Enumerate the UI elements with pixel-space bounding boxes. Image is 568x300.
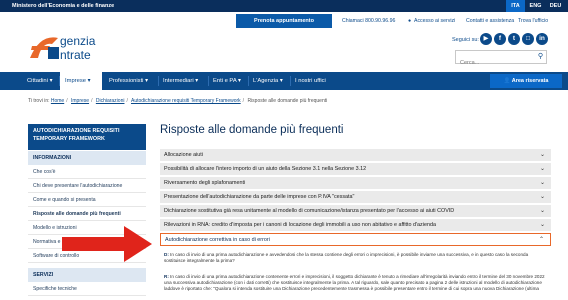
- page-title: Risposte alle domande più frequenti: [160, 124, 344, 136]
- answer-response: R: In caso di invio di una prima autodic…: [164, 274, 545, 292]
- agenzia-entrate-logo[interactable]: genzia ntrate: [28, 32, 138, 62]
- chevron-up-icon: ⌃: [538, 237, 544, 243]
- search-input[interactable]: [456, 57, 532, 69]
- logo-line2: ntrate: [60, 48, 91, 62]
- chevron-down-icon: ⌄: [539, 194, 545, 200]
- faq-allocazione[interactable]: Allocazione aiuti ⌄: [160, 149, 551, 162]
- faq-piva-cessata[interactable]: Presentazione dell'autodichiarazione da …: [160, 191, 551, 204]
- breadcrumb-dichiarazioni[interactable]: Dichiarazioni: [96, 98, 125, 104]
- user-icon: ●: [408, 18, 412, 24]
- top-bar: Ministero dell'Economia e delle finanze …: [0, 0, 568, 12]
- sidebar-item-che-cose[interactable]: Che cos'è: [28, 165, 146, 179]
- sidebar-section-servizi: SERVIZI: [28, 268, 146, 282]
- breadcrumb-autodichiarazione[interactable]: Autodichiarazione requisiti Temporary Fr…: [131, 98, 241, 104]
- nav-agenzia[interactable]: L'Agenzia ▾: [248, 72, 290, 90]
- header: genzia ntrate Prenota appuntamento Chiam…: [0, 12, 568, 72]
- nav-imprese[interactable]: Imprese ▾: [60, 72, 102, 90]
- prenota-appuntamento-button[interactable]: Prenota appuntamento: [236, 14, 332, 28]
- red-arrow-annotation: [62, 226, 152, 262]
- chevron-down-icon: ⌄: [539, 208, 545, 214]
- language-ita[interactable]: ITA: [506, 0, 525, 12]
- breadcrumb: Ti trovi in: Home / Imprese / Dichiarazion…: [28, 98, 328, 104]
- faq-dichiarazione-sostitutiva[interactable]: Dichiarazione sostitutiva già resa unita…: [160, 205, 551, 218]
- ministry-link[interactable]: Ministero dell'Economia e delle finanze: [12, 3, 114, 9]
- breadcrumb-prefix: Ti trovi in:: [28, 98, 50, 104]
- instagram-icon[interactable]: □: [522, 33, 534, 45]
- language-deu[interactable]: DEU: [546, 0, 565, 12]
- nav-professionisti[interactable]: Professionisti ▾: [104, 72, 158, 90]
- search-box: ⚲: [455, 50, 547, 69]
- nav-nostri-uffici[interactable]: I nostri uffici: [290, 72, 340, 90]
- sidebar-item-specifiche[interactable]: Specifiche tecniche: [28, 282, 146, 296]
- chevron-down-icon: ⌄: [539, 166, 545, 172]
- sidebar-item-faq[interactable]: Risposte alle domande più frequenti: [28, 207, 146, 221]
- sidebar-item-come-quando[interactable]: Come e quando si presenta: [28, 193, 146, 207]
- sidebar-section-informazioni: INFORMAZIONI: [28, 151, 146, 165]
- trova-ufficio-link[interactable]: Trova l'ufficio: [518, 18, 548, 24]
- faq-riversamento[interactable]: Riversamento degli splafonamenti ⌄: [160, 177, 551, 190]
- seguici-label: Seguici su:: [452, 37, 479, 43]
- nav-cittadini[interactable]: Cittadini ▾: [22, 72, 58, 90]
- search-icon[interactable]: ⚲: [538, 52, 543, 60]
- sidebar-title[interactable]: AUTODICHIARAZIONE REQUISITI TEMPORARY FR…: [28, 124, 146, 150]
- area-riservata-button[interactable]: 👤 Area riservata: [490, 74, 562, 88]
- contatti-link[interactable]: Contatti e assistenza: [466, 18, 514, 24]
- chevron-down-icon: ⌄: [539, 180, 545, 186]
- linkedin-icon[interactable]: in: [536, 33, 548, 45]
- main-nav: Cittadini ▾ Imprese ▾ Professionisti ▾ I…: [0, 72, 568, 90]
- nav-enti-pa[interactable]: Enti e PA ▾: [208, 72, 248, 90]
- sidebar-item-chi-deve[interactable]: Chi deve presentare l'autodichiarazione: [28, 179, 146, 193]
- faq-possibilita[interactable]: Possibilità di allocare l'intero importo…: [160, 163, 551, 176]
- twitter-icon[interactable]: t: [508, 33, 520, 45]
- facebook-icon[interactable]: f: [494, 33, 506, 45]
- breadcrumb-current: Risposte alle domande più frequenti: [247, 98, 328, 104]
- nav-intermediari[interactable]: Intermediari ▾: [158, 72, 208, 90]
- faq-autodichiarazione-correttiva[interactable]: Autodichiarazione correttiva in caso di …: [160, 233, 551, 246]
- answer-question: D: In caso di invio di una prima autodic…: [164, 252, 529, 264]
- phone-link[interactable]: Chiamaci 800.90.96.96: [342, 18, 395, 24]
- chevron-down-icon: ⌄: [539, 152, 545, 158]
- chevron-down-icon: ⌄: [539, 222, 545, 228]
- breadcrumb-imprese[interactable]: Imprese: [71, 98, 89, 104]
- language-eng[interactable]: ENG: [526, 0, 545, 12]
- youtube-icon[interactable]: ▶: [480, 33, 492, 45]
- logo-line1: genzia: [60, 34, 96, 48]
- breadcrumb-home[interactable]: Home: [51, 98, 64, 104]
- accesso-servizi-link[interactable]: Accesso ai servizi: [414, 18, 455, 24]
- faq-rilevazioni-rna[interactable]: Rilevazioni in RNA: credito d'imposta pe…: [160, 219, 551, 232]
